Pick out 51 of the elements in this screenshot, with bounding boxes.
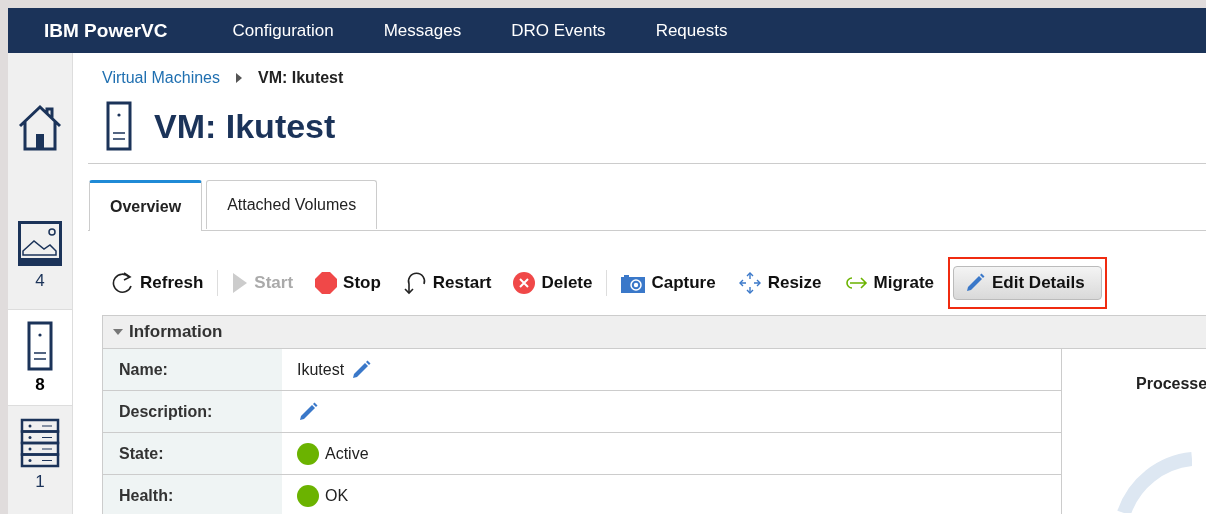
play-icon — [232, 272, 249, 294]
refresh-icon — [112, 271, 134, 295]
restart-button[interactable]: Restart — [402, 271, 492, 295]
field-value: Active — [325, 444, 369, 463]
field-label: Health: — [103, 475, 282, 514]
caret-icon — [113, 329, 123, 335]
field-label: State: — [103, 433, 282, 474]
breadcrumb-current: VM: Ikutest — [258, 69, 344, 87]
camera-icon — [621, 273, 646, 293]
server-icon — [27, 320, 53, 371]
edit-details-button[interactable]: Edit Details — [953, 266, 1102, 300]
nav-link[interactable]: DRO Events — [511, 20, 606, 41]
field-value: OK — [325, 486, 349, 505]
capture-button[interactable]: Capture — [621, 273, 716, 293]
pencil-icon[interactable] — [297, 400, 319, 423]
item-count: 4 — [35, 271, 45, 291]
page-title: VM: Ikutest — [154, 106, 336, 146]
sidebar-item[interactable]: 1 — [8, 406, 72, 503]
pencil-icon — [964, 272, 987, 294]
resize-button[interactable]: Resize — [737, 271, 822, 295]
nav-link[interactable]: Configuration — [232, 20, 334, 41]
tab[interactable]: Attached Volumes — [206, 180, 378, 229]
sidebar-item[interactable]: 4 — [8, 203, 72, 309]
restart-icon — [402, 271, 427, 295]
image-icon — [18, 221, 62, 267]
item-count: 8 — [35, 374, 45, 395]
field-value: Ikutest — [297, 360, 345, 379]
panel-title: Processe — [1136, 375, 1206, 392]
stop-icon — [315, 272, 338, 294]
home-icon — [17, 104, 63, 152]
chevron-icon — [236, 73, 242, 83]
nav-link[interactable]: Requests — [655, 20, 728, 41]
sidebar-item[interactable]: 8 — [8, 309, 72, 406]
breadcrumb-link[interactable]: Virtual Machines — [102, 69, 220, 87]
stop-button[interactable]: Stop — [315, 272, 381, 294]
tab[interactable]: Overview — [89, 180, 203, 231]
rack-icon — [20, 417, 60, 468]
resize-icon — [737, 271, 762, 295]
server-icon — [106, 101, 132, 151]
brand-name: IBM PowerVC — [44, 19, 168, 42]
section-header[interactable]: Information — [103, 316, 1206, 349]
arrow-icon — [843, 274, 868, 292]
refresh-button[interactable]: Refresh — [112, 271, 204, 295]
migrate-button[interactable]: Migrate — [843, 273, 935, 293]
pencil-icon[interactable] — [350, 358, 373, 381]
field-label: Description: — [103, 391, 282, 432]
item-count: 1 — [35, 471, 45, 492]
delete-icon — [513, 272, 536, 294]
delete-button[interactable]: Delete — [513, 272, 593, 294]
field-label: Name: — [103, 349, 282, 390]
nav-link[interactable]: Messages — [383, 20, 462, 41]
